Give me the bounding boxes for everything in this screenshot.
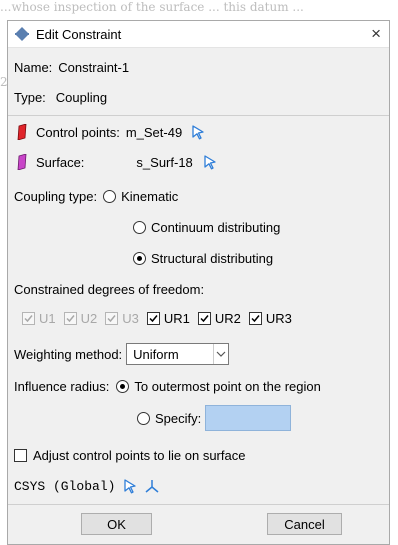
influence-radius-label: Influence radius:: [14, 378, 110, 394]
dof-checkbox-row: U1 U2 U3 UR1 UR2 UR3: [22, 308, 292, 328]
surface-label: Surface:: [36, 154, 85, 170]
checkbox-ur3[interactable]: [248, 311, 262, 325]
checkbox-u3-label: U3: [122, 310, 139, 326]
background-line: ...whose inspection of the surface ... t…: [0, 0, 304, 14]
weighting-method-value: Uniform: [133, 346, 179, 362]
csys-axes-icon[interactable]: [144, 478, 160, 494]
control-points-marker-icon: [17, 124, 27, 140]
checkbox-ur2-label[interactable]: UR2: [215, 311, 241, 326]
checkbox-ur1[interactable]: [146, 311, 160, 325]
checkbox-u3[interactable]: [105, 311, 119, 325]
separator: [8, 115, 389, 116]
name-label: Name:: [14, 59, 53, 75]
checkbox-u1[interactable]: [22, 311, 35, 325]
coupling-structural-row: Structural distributing: [133, 248, 273, 268]
specify-radius-input[interactable]: [205, 405, 292, 431]
radio-specify[interactable]: [137, 411, 150, 425]
select-csys-arrow-icon[interactable]: [122, 478, 138, 494]
checkbox-u2[interactable]: [63, 311, 77, 325]
weighting-method-dropdown[interactable]: Uniform: [126, 343, 230, 365]
checkbox-ur2[interactable]: [197, 311, 211, 325]
surface-value: s_Surf-18: [136, 154, 193, 170]
surface-marker-icon: [17, 154, 27, 170]
checkbox-u2-label: U2: [80, 310, 98, 326]
influence-radius-row: Influence radius: To outermost point on …: [14, 376, 321, 396]
control-points-row: Control points: m_Set-49: [14, 122, 206, 142]
type-label: Type:: [14, 89, 46, 105]
csys-label: CSYS (Global): [14, 478, 116, 494]
name-row: Name: Constraint-1: [14, 57, 129, 77]
checkbox-ur3-label[interactable]: UR3: [266, 311, 292, 326]
control-points-value: m_Set-49: [125, 124, 183, 140]
dialog-title: Edit Constraint: [36, 26, 122, 42]
close-button[interactable]: ×: [371, 24, 381, 44]
weighting-label: Weighting method:: [14, 346, 123, 362]
ok-button[interactable]: OK: [81, 513, 152, 535]
coupling-type-row: Coupling type: Kinematic: [14, 186, 178, 206]
edit-constraint-dialog: Edit Constraint × Name: Constraint-1 Typ…: [7, 20, 390, 545]
radio-kinematic[interactable]: [103, 189, 117, 203]
radio-specify-label[interactable]: Specify:: [155, 411, 201, 426]
type-row: Type: Coupling: [14, 87, 107, 107]
coupling-continuum-row: Continuum distributing: [133, 217, 280, 237]
dof-heading-row: Constrained degrees of freedom:: [14, 279, 204, 299]
radio-outermost-point[interactable]: [116, 379, 130, 393]
radio-structural-distributing[interactable]: [133, 251, 146, 265]
dof-label: Constrained degrees of freedom:: [14, 281, 205, 297]
select-control-points-arrow-icon[interactable]: [190, 124, 206, 140]
adjust-control-points-label[interactable]: Adjust control points to lie on surface: [33, 448, 245, 463]
adjust-control-points-checkbox[interactable]: [14, 448, 27, 462]
adjust-row: Adjust control points to lie on surface: [14, 445, 245, 465]
title-bar: Edit Constraint ×: [8, 21, 389, 48]
checkbox-ur1-label[interactable]: UR1: [164, 311, 190, 326]
radio-continuum-label[interactable]: Continuum distributing: [151, 220, 280, 235]
separator: [8, 504, 389, 505]
surface-row: Surface: s_Surf-18: [14, 152, 218, 172]
name-value: Constraint-1: [58, 59, 130, 75]
select-surface-arrow-icon[interactable]: [202, 154, 218, 170]
checkbox-u1-label: U1: [39, 310, 56, 326]
control-points-label: Control points:: [36, 124, 120, 140]
radio-outermost-label[interactable]: To outermost point on the region: [134, 379, 320, 394]
cancel-button[interactable]: Cancel: [267, 513, 342, 535]
constraint-app-icon: [15, 27, 29, 41]
radio-continuum-distributing[interactable]: [133, 220, 146, 234]
weighting-row: Weighting method: Uniform: [14, 342, 230, 366]
radio-kinematic-label[interactable]: Kinematic: [121, 189, 178, 204]
coupling-type-label: Coupling type:: [14, 188, 98, 204]
radio-structural-label[interactable]: Structural distributing: [151, 251, 273, 266]
csys-row: CSYS (Global): [14, 476, 160, 496]
specify-row: Specify:: [137, 404, 292, 432]
chevron-down-icon[interactable]: [213, 344, 229, 364]
type-value: Coupling: [55, 89, 108, 105]
